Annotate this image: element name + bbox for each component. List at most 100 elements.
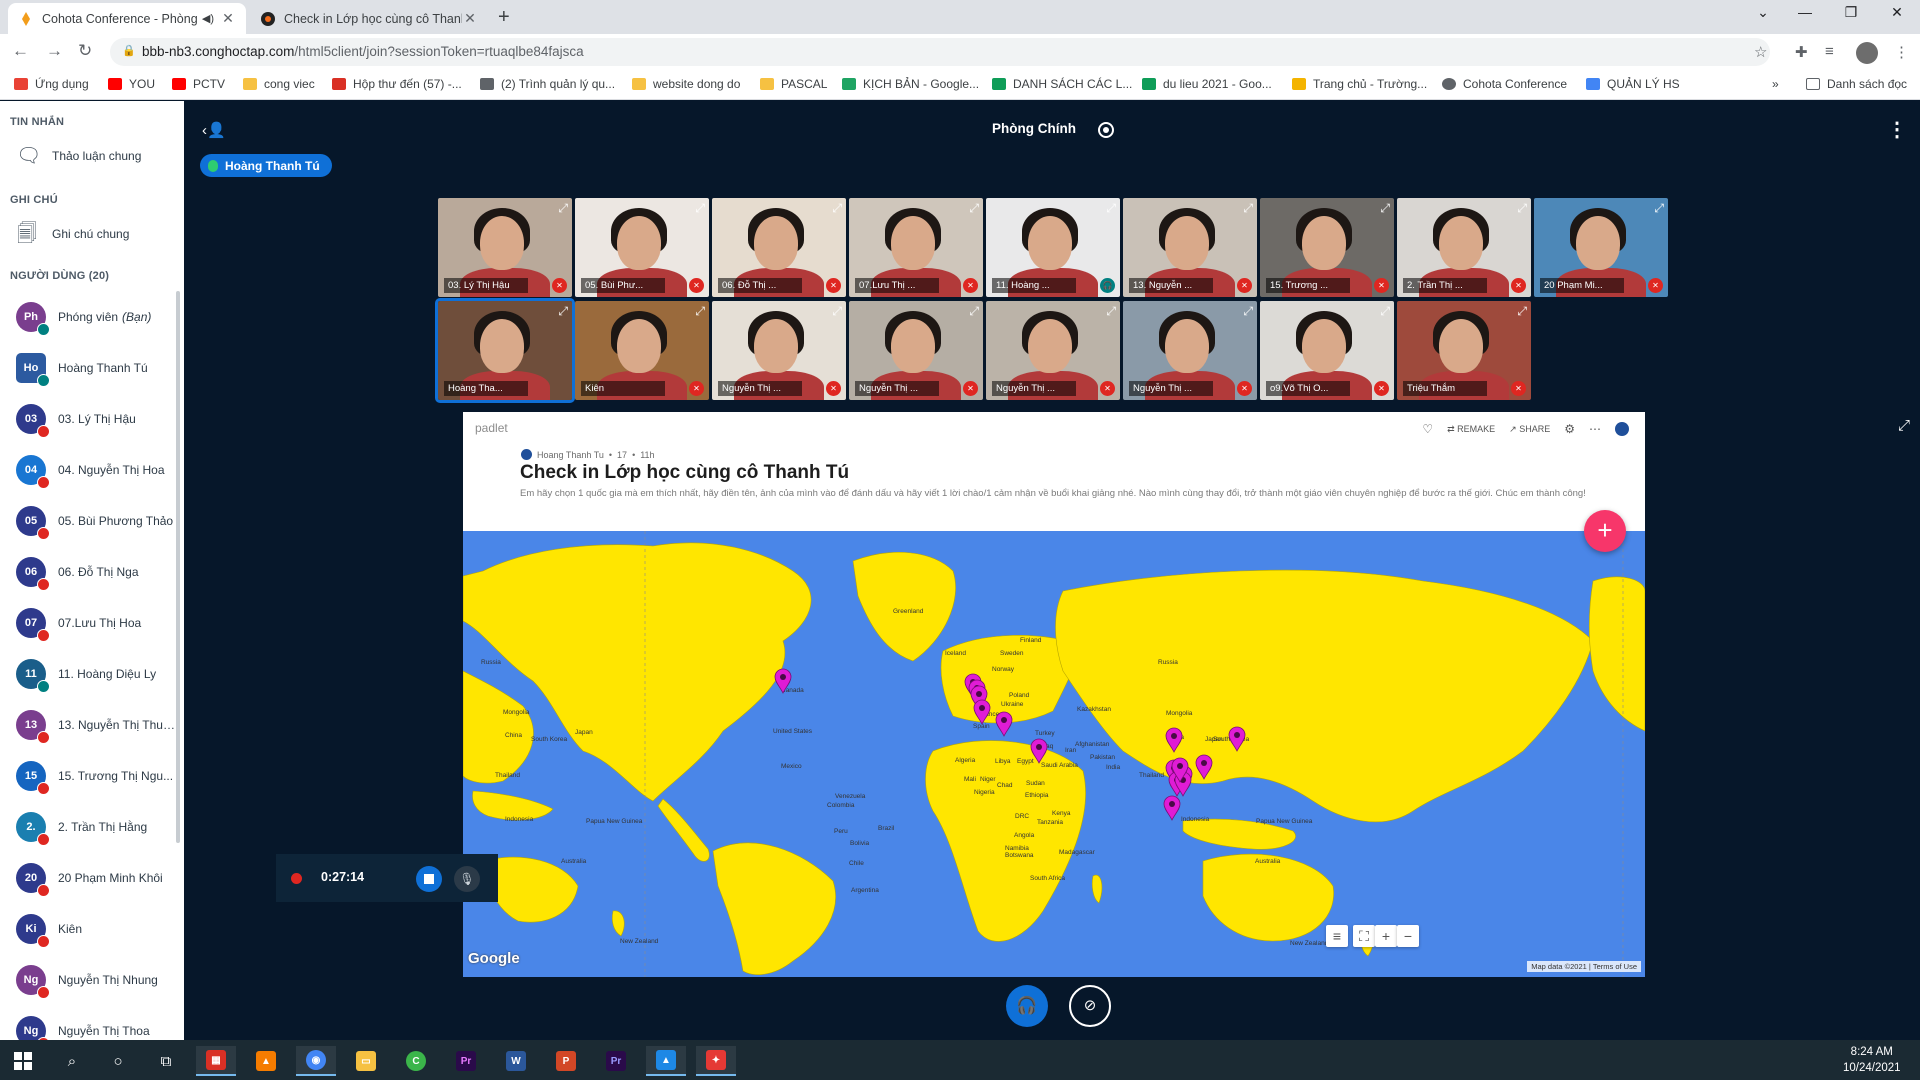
profile-avatar[interactable] bbox=[1856, 42, 1878, 64]
bookmark-you[interactable]: YOU bbox=[108, 77, 155, 91]
bookmark-quan-ly-hs[interactable]: QUẢN LÝ HS bbox=[1586, 77, 1680, 91]
bookmark-kich-ban[interactable]: KỊCH BẢN - Google... bbox=[842, 77, 979, 91]
toggle-user-list-icon[interactable]: ‹👤 bbox=[202, 121, 226, 139]
extensions-icon[interactable]: ✚ bbox=[1795, 43, 1808, 61]
user-list-item[interactable]: 06 06. Đỗ Thị Nga bbox=[16, 552, 176, 592]
video-tile[interactable]: ⤢ 2. Trần Thị ... ✕ bbox=[1397, 198, 1531, 297]
world-map[interactable]: Greenland Iceland Sweden Finland Norway Russi… bbox=[463, 531, 1645, 977]
back-arrow-icon[interactable]: ← bbox=[12, 41, 29, 61]
heart-icon[interactable]: ♡ bbox=[1422, 422, 1433, 436]
expand-icon[interactable]: ⤢ bbox=[558, 304, 568, 319]
stop-recording-button[interactable] bbox=[416, 866, 442, 892]
video-tile[interactable]: ⤢ 15. Trương ... ✕ bbox=[1260, 198, 1394, 297]
user-list-item[interactable]: Ng Nguyễn Thị Thoa bbox=[16, 1011, 176, 1040]
bookmark-du-lieu-2021[interactable]: du lieu 2021 - Goo... bbox=[1142, 77, 1272, 91]
expand-icon[interactable]: ⤢ bbox=[832, 201, 842, 216]
remake-button[interactable]: ⇄ REMAKE bbox=[1447, 424, 1495, 435]
new-tab-button[interactable]: + bbox=[498, 6, 510, 29]
bookmark-trang-chu[interactable]: Trang chủ - Trường... bbox=[1292, 77, 1427, 91]
recording-indicator-icon[interactable] bbox=[1098, 122, 1114, 138]
video-tile[interactable]: ⤢ o9.Võ Thị O... ✕ bbox=[1260, 301, 1394, 400]
video-tile[interactable]: ⤢ 11. Hoàng ... 🎧 bbox=[986, 198, 1120, 297]
bookmarks-overflow-icon[interactable]: » bbox=[1772, 77, 1779, 91]
expand-icon[interactable]: ⤢ bbox=[558, 201, 568, 216]
camtasia-icon[interactable]: C bbox=[396, 1046, 436, 1076]
bookmark-pascal[interactable]: PASCAL bbox=[760, 77, 827, 91]
video-tile[interactable]: ⤢ Nguyễn Thị ... ✕ bbox=[986, 301, 1120, 400]
restore-button[interactable]: ❐ bbox=[1828, 4, 1874, 21]
chrome-menu-icon[interactable]: ⋮ bbox=[1894, 43, 1909, 61]
bookmark-trinh-quan-ly[interactable]: (2) Trình quản lý qu... bbox=[480, 77, 615, 91]
map-fullscreen-icon[interactable]: ⛶ bbox=[1353, 925, 1375, 947]
reload-icon[interactable]: ↻ bbox=[78, 41, 92, 61]
video-tile[interactable]: ⤢ Nguyễn Thị ... ✕ bbox=[1123, 301, 1257, 400]
video-tile[interactable]: ⤢ 03. Lý Thị Hậu ✕ bbox=[438, 198, 572, 297]
user-list-item[interactable]: 04 04. Nguyễn Thị Hoa bbox=[16, 450, 176, 490]
more-icon[interactable]: ⋯ bbox=[1589, 422, 1601, 436]
headphones-audio-button[interactable]: 🎧 bbox=[1006, 985, 1048, 1027]
premiere-icon[interactable]: Pr bbox=[446, 1046, 486, 1076]
vlc-icon[interactable]: ▲ bbox=[246, 1046, 286, 1076]
user-list-item[interactable]: 13 13. Nguyễn Thị Thu ... bbox=[16, 705, 176, 745]
taskbar-clock[interactable]: 8:24 AM 10/24/2021 bbox=[1843, 1044, 1901, 1076]
speaker-icon[interactable]: ◀) bbox=[202, 12, 214, 25]
bookmark-danh-sach[interactable]: DANH SÁCH CÁC L... bbox=[992, 77, 1132, 91]
bookmark-star-icon[interactable]: ☆ bbox=[1754, 43, 1767, 61]
tab-padlet[interactable]: Check in Lớp học cùng cô Thanh ✕ bbox=[250, 3, 488, 34]
video-tile[interactable]: ⤢ 07.Lưu Thị ... ✕ bbox=[849, 198, 983, 297]
public-chat-item[interactable]: 🗨 Thảo luận chung bbox=[16, 145, 141, 167]
map-zoom-out-button[interactable]: − bbox=[1397, 925, 1419, 947]
user-list-item[interactable]: Ho Hoàng Thanh Tú bbox=[16, 348, 176, 388]
user-list-item[interactable]: 20 20 Phạm Minh Khôi bbox=[16, 858, 176, 898]
tab-search-icon[interactable]: ⌄ bbox=[1740, 4, 1786, 21]
fullscreen-icon[interactable]: ⤢ bbox=[1898, 417, 1910, 434]
bbb-app-icon[interactable]: ✦ bbox=[696, 1046, 736, 1076]
lock-icon[interactable]: 🔒 bbox=[122, 44, 136, 57]
cortana-icon[interactable]: ○ bbox=[98, 1046, 138, 1076]
user-list-item[interactable]: 15 15. Trương Thị Ngu... bbox=[16, 756, 176, 796]
search-icon[interactable]: ⌕ bbox=[52, 1046, 92, 1076]
expand-icon[interactable]: ⤢ bbox=[969, 304, 979, 319]
expand-icon[interactable]: ⤢ bbox=[1517, 201, 1527, 216]
settings-gear-icon[interactable]: ⚙ bbox=[1564, 422, 1575, 436]
expand-icon[interactable]: ⤢ bbox=[1380, 201, 1390, 216]
video-tile[interactable]: ⤢ 13. Nguyễn ... ✕ bbox=[1123, 198, 1257, 297]
expand-icon[interactable]: ⤢ bbox=[1106, 304, 1116, 319]
task-view-icon[interactable]: ⧉ bbox=[146, 1046, 186, 1076]
user-list-item[interactable]: 03 03. Lý Thị Hậu bbox=[16, 399, 176, 439]
close-tab-icon[interactable]: ✕ bbox=[220, 10, 236, 27]
expand-icon[interactable]: ⤢ bbox=[832, 304, 842, 319]
camera-off-button[interactable]: ⊘ bbox=[1069, 985, 1111, 1027]
video-tile[interactable]: ⤢ 06. Đỗ Thị ... ✕ bbox=[712, 198, 846, 297]
user-list-item[interactable]: Ki Kiên bbox=[16, 909, 176, 949]
padlet-avatar[interactable] bbox=[1615, 422, 1629, 436]
expand-icon[interactable]: ⤢ bbox=[969, 201, 979, 216]
bookmark-cohota[interactable]: Cohota Conference bbox=[1442, 77, 1567, 91]
add-post-button[interactable]: + bbox=[1584, 510, 1626, 552]
expand-icon[interactable]: ⤢ bbox=[695, 201, 705, 216]
screen-app-icon[interactable]: ▦ bbox=[196, 1046, 236, 1076]
file-explorer-icon[interactable]: ▭ bbox=[346, 1046, 386, 1076]
expand-icon[interactable]: ⤢ bbox=[695, 304, 705, 319]
expand-icon[interactable]: ⤢ bbox=[1243, 201, 1253, 216]
expand-icon[interactable]: ⤢ bbox=[1106, 201, 1116, 216]
forward-arrow-icon[interactable]: → bbox=[46, 41, 63, 61]
expand-icon[interactable]: ⤢ bbox=[1380, 304, 1390, 319]
bookmark-apps[interactable]: Ứng dụng bbox=[14, 77, 89, 91]
media-control-icon[interactable]: ≡ bbox=[1825, 43, 1834, 60]
close-tab-icon[interactable]: ✕ bbox=[462, 10, 478, 27]
address-bar[interactable]: 🔒 bbb-nb3.conghoctap.com/html5client/joi… bbox=[110, 38, 1770, 66]
video-tile[interactable]: ⤢ Triệu Thắm ✕ bbox=[1397, 301, 1531, 400]
photos-icon[interactable]: ▲ bbox=[646, 1046, 686, 1076]
map-zoom-in-button[interactable]: + bbox=[1375, 925, 1397, 947]
sidebar-scrollbar[interactable] bbox=[176, 291, 180, 843]
mic-mute-icon[interactable]: 🎙 bbox=[454, 866, 480, 892]
bookmark-pctv[interactable]: PCTV bbox=[172, 77, 225, 91]
reading-list[interactable]: Danh sách đọc bbox=[1806, 77, 1907, 91]
bookmark-cong-viec[interactable]: cong viec bbox=[243, 77, 315, 91]
premiere-2-icon[interactable]: Pr bbox=[596, 1046, 636, 1076]
map-layers-icon[interactable]: ≡ bbox=[1326, 925, 1348, 947]
chrome-icon[interactable]: ◉ bbox=[296, 1046, 336, 1076]
powerpoint-icon[interactable]: P bbox=[546, 1046, 586, 1076]
options-menu-icon[interactable]: ⋮ bbox=[1887, 117, 1907, 142]
